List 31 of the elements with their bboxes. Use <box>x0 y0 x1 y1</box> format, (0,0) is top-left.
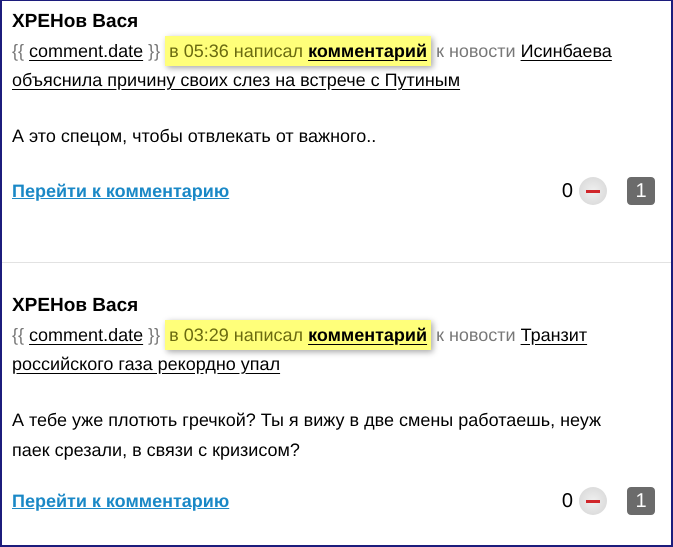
comment-text: паек срезали, в связи с кризисом? <box>12 439 301 462</box>
minus-icon <box>586 500 600 502</box>
downvote-button[interactable] <box>579 177 607 205</box>
score: 0 <box>562 490 573 512</box>
news-link[interactable]: объяснила причину своих слез на встрече с Путиным <box>12 70 460 90</box>
downvote-button[interactable] <box>579 487 607 515</box>
count-badge: 1 <box>627 177 655 205</box>
template-brace: }} <box>148 41 160 61</box>
minus-icon <box>586 190 600 192</box>
comment-text: А тебе уже плотють гречкой? Ты я вижу в две смены работаешь, неуж <box>12 409 602 432</box>
template-brace: }} <box>148 325 160 345</box>
template-brace: {{ <box>12 41 24 61</box>
template-brace: {{ <box>12 325 24 345</box>
news-link[interactable]: Исинбаева <box>520 41 612 61</box>
author-name: ХРЕНов Вася <box>12 294 140 318</box>
comment-text: А это спецом, чтобы отвлекать от важного.. <box>12 125 378 148</box>
callout-text: в 05:36 написал <box>169 41 304 61</box>
date-link[interactable]: comment.date <box>29 325 144 345</box>
callout-text: в 03:29 написал <box>169 325 304 345</box>
news-link[interactable]: российского газа рекордно упал <box>12 354 280 374</box>
news-link[interactable]: Транзит <box>520 325 588 345</box>
goto-comment-link[interactable]: Перейти к комментарию <box>12 490 230 512</box>
comment-link[interactable]: комментарий <box>308 325 428 345</box>
goto-comment-link[interactable]: Перейти к комментарию <box>12 180 230 202</box>
news-prefix: к новости <box>436 41 516 61</box>
score: 0 <box>562 180 573 202</box>
date-link[interactable]: comment.date <box>29 41 144 61</box>
news-prefix: к новости <box>436 325 516 345</box>
count-badge: 1 <box>627 487 655 515</box>
author-name: ХРЕНов Вася <box>12 10 140 34</box>
comment-link[interactable]: комментарий <box>308 41 428 61</box>
